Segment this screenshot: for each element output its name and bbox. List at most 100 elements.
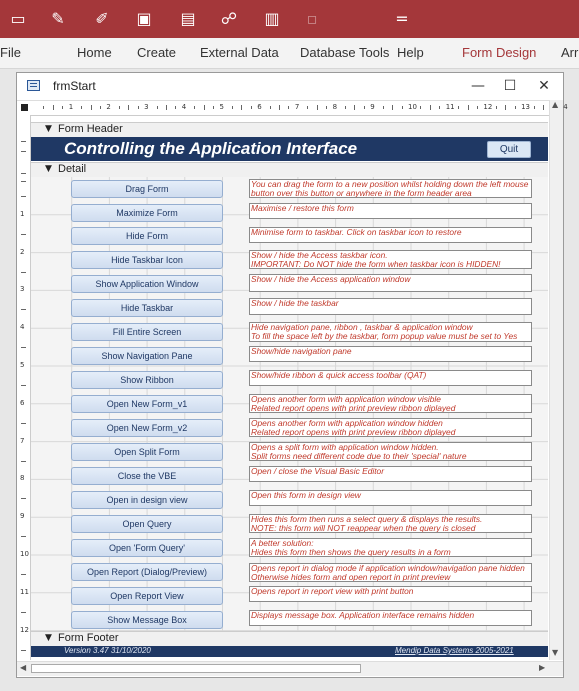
action-button[interactable]: Open Query bbox=[71, 515, 223, 533]
action-button[interactable]: Open in design view bbox=[71, 491, 223, 509]
description-line: Otherwise hides form and open report in … bbox=[251, 572, 451, 582]
action-button[interactable]: Open New Form_v1 bbox=[71, 395, 223, 413]
section-arrow-icon: ▼ bbox=[45, 124, 52, 134]
description-line: Opens report in report view with print b… bbox=[251, 586, 414, 596]
ruler-tick bbox=[439, 106, 441, 109]
ruler-tick bbox=[52, 105, 54, 110]
action-button[interactable]: Hide Form bbox=[71, 227, 223, 245]
vruler-tick bbox=[21, 181, 26, 182]
ribbon-tab[interactable]: Help bbox=[397, 45, 424, 60]
form-header-bar[interactable]: ▼ Form Header bbox=[31, 122, 548, 138]
ruler-tick bbox=[307, 106, 309, 109]
ruler-tick bbox=[401, 106, 403, 109]
vertical-scrollbar[interactable]: ▲ ▼ bbox=[549, 100, 563, 660]
ribbon-tab[interactable]: Database Tools bbox=[300, 45, 389, 60]
ruler-tick bbox=[514, 106, 516, 109]
vruler-tick bbox=[21, 347, 26, 349]
horizontal-scrollbar[interactable]: ◀ ▶ bbox=[17, 661, 563, 676]
ruler-tick bbox=[345, 106, 347, 109]
ribbon-tab[interactable]: Arr bbox=[561, 45, 578, 60]
vruler-number: 11 bbox=[20, 587, 29, 596]
action-button[interactable]: Fill Entire Screen bbox=[71, 323, 223, 341]
customize-icon[interactable]: = bbox=[392, 9, 412, 29]
scroll-thumb[interactable] bbox=[31, 664, 361, 673]
detail-bar[interactable]: ▼ Detail bbox=[31, 162, 548, 178]
ruler-tick bbox=[118, 106, 120, 109]
description-box: Open this form in design view bbox=[249, 490, 532, 506]
report-icon[interactable]: ▥ bbox=[262, 9, 282, 29]
vruler-number: 12 bbox=[20, 625, 29, 634]
vruler-tick bbox=[21, 422, 26, 424]
action-button[interactable]: Show Message Box bbox=[71, 611, 223, 629]
action-button[interactable]: Show Navigation Pane bbox=[71, 347, 223, 365]
description-box: Minimise form to taskbar. Click on taskb… bbox=[249, 227, 532, 243]
ruler-number: 4 bbox=[181, 103, 187, 111]
close-button[interactable]: ✕ bbox=[529, 74, 559, 98]
form-title: frmStart bbox=[53, 79, 96, 93]
vruler-number: 2 bbox=[20, 247, 25, 256]
vruler-number: 1 bbox=[20, 209, 25, 218]
action-button[interactable]: Open Split Form bbox=[71, 443, 223, 461]
vruler-tick bbox=[21, 271, 26, 273]
ruler-tick bbox=[250, 106, 252, 109]
scroll-left-icon[interactable]: ◀ bbox=[20, 663, 26, 672]
action-button[interactable]: Maximize Form bbox=[71, 204, 223, 222]
ribbon-tab[interactable]: File bbox=[0, 45, 21, 60]
description-line: Related report opens with print preview … bbox=[251, 427, 456, 437]
action-button[interactable]: Hide Taskbar bbox=[71, 299, 223, 317]
maximize-button[interactable]: ☐ bbox=[495, 74, 525, 98]
form-icon[interactable]: ▣ bbox=[134, 9, 154, 29]
vruler-number: 4 bbox=[20, 323, 25, 332]
ruler-tick bbox=[43, 106, 45, 109]
description-line: Show/hide ribbon & quick access toolbar … bbox=[251, 370, 427, 380]
ruler-tick bbox=[316, 105, 318, 110]
ribbon-tab[interactable]: Form Design bbox=[462, 45, 536, 60]
company-link[interactable]: Mendip Data Systems 2005-2021 bbox=[395, 646, 514, 655]
ruler-tick bbox=[542, 105, 544, 110]
action-button[interactable]: Close the VBE bbox=[71, 467, 223, 485]
action-button[interactable]: Hide Taskbar Icon bbox=[71, 251, 223, 269]
action-button[interactable]: Show Ribbon bbox=[71, 371, 223, 389]
scroll-right-icon[interactable]: ▶ bbox=[539, 663, 545, 672]
section-arrow-icon: ▼ bbox=[45, 633, 52, 643]
format-painter-icon[interactable]: ✐ bbox=[92, 9, 112, 29]
ruler-tick bbox=[269, 106, 271, 109]
action-button[interactable]: Open Report (Dialog/Preview) bbox=[71, 563, 223, 581]
view-icon[interactable]: ▤ bbox=[178, 9, 198, 29]
vruler-tick bbox=[21, 385, 26, 386]
relationships-icon[interactable]: ☍ bbox=[219, 9, 239, 29]
action-button[interactable]: Drag Form bbox=[71, 180, 223, 198]
ribbon-tab[interactable]: Home bbox=[77, 45, 112, 60]
form-title-bar[interactable]: frmStart — ☐ ✕ bbox=[17, 73, 563, 100]
action-button[interactable]: Open Report View bbox=[71, 587, 223, 605]
description-line: Show/hide navigation pane bbox=[251, 346, 352, 356]
ruler-number: 13 bbox=[521, 103, 531, 111]
quit-button[interactable]: Quit bbox=[487, 141, 531, 158]
ruler-tick bbox=[467, 105, 469, 110]
vruler-tick bbox=[21, 574, 26, 575]
blank-icon[interactable]: ▫ bbox=[302, 9, 322, 29]
description-line: Show / hide the taskbar bbox=[251, 298, 339, 308]
vertical-ruler: 1 2 3 4 5 6 7 8 9 10 11 12 bbox=[17, 115, 31, 660]
description-box: Hides this form then runs a select query… bbox=[249, 514, 532, 533]
vruler-tick bbox=[21, 196, 26, 197]
ruler-tick bbox=[62, 106, 64, 109]
save-icon[interactable]: ▭ bbox=[8, 9, 28, 29]
ruler-tick bbox=[81, 106, 83, 109]
minimize-button[interactable]: — bbox=[463, 74, 493, 98]
ribbon-tab[interactable]: External Data bbox=[200, 45, 279, 60]
undo-icon[interactable]: ✎ bbox=[48, 9, 68, 29]
ruler-tick bbox=[156, 106, 158, 109]
scroll-up-icon[interactable]: ▲ bbox=[552, 100, 558, 109]
form-footer-bar[interactable]: ▼ Form Footer bbox=[31, 631, 548, 647]
vruler-tick bbox=[21, 611, 26, 613]
ruler-number: 2 bbox=[106, 103, 111, 111]
ruler-tick bbox=[505, 105, 507, 110]
scroll-down-icon[interactable]: ▼ bbox=[552, 648, 558, 657]
action-button[interactable]: Show Application Window bbox=[71, 275, 223, 293]
horizontal-ruler: 1 2 3 4 5 6 7 8 9 10 11 12 13 14 bbox=[17, 100, 568, 116]
action-button[interactable]: Open New Form_v2 bbox=[71, 419, 223, 437]
form-selector[interactable] bbox=[21, 104, 28, 111]
ribbon-tab[interactable]: Create bbox=[137, 45, 176, 60]
action-button[interactable]: Open 'Form Query' bbox=[71, 539, 223, 557]
